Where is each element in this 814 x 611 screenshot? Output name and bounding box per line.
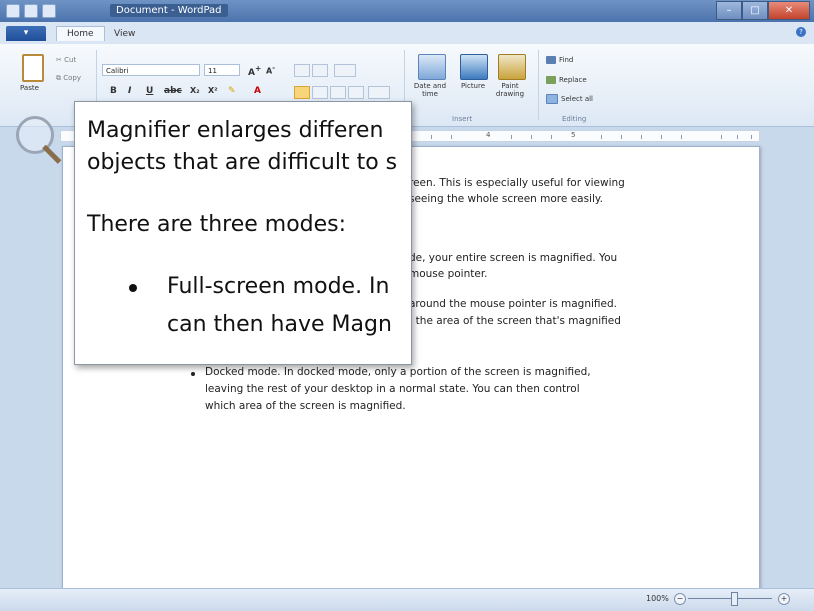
replace-button[interactable]: Replace <box>546 76 587 84</box>
group-separator <box>538 50 539 120</box>
zoom-slider-thumb[interactable] <box>731 592 739 606</box>
lens-line: can then have Magn <box>167 312 392 337</box>
line-spacing-button[interactable] <box>368 86 390 99</box>
ruler-tick <box>681 135 682 139</box>
ruler-tick <box>641 135 642 139</box>
align-center-button[interactable] <box>312 86 328 99</box>
doc-line: seeing the whole screen more easily. <box>409 193 603 205</box>
ruler-tick <box>737 135 738 139</box>
date-time-button[interactable]: Date and time <box>410 82 450 98</box>
ruler-tick <box>451 135 452 139</box>
replace-icon <box>546 76 556 84</box>
bullet-point <box>191 372 195 376</box>
shrink-font-button[interactable]: A- <box>266 64 275 76</box>
quick-access-toolbar <box>6 4 56 18</box>
lens-line: There are three modes: <box>87 212 347 237</box>
lens-line: objects that are difficult to s <box>87 150 398 175</box>
grow-font-button[interactable]: A+ <box>248 64 261 78</box>
ruler-tick <box>511 135 512 139</box>
ruler-tick <box>551 135 552 139</box>
ruler-number: 4 <box>486 131 491 139</box>
align-right-button[interactable] <box>330 86 346 99</box>
doc-line: mouse pointer. <box>409 268 488 280</box>
close-button[interactable]: ✕ <box>768 1 810 20</box>
zoom-level: 100% <box>646 594 669 603</box>
magnifier-lens[interactable]: Magnifier enlarges differen objects that… <box>74 101 412 365</box>
ruler-tick <box>751 135 752 139</box>
cut-button[interactable]: ✂ Cut <box>56 56 76 64</box>
window-title: Document - WordPad <box>110 4 228 17</box>
ruler-tick <box>661 135 662 139</box>
window-controls: – □ ✕ <box>716 1 810 20</box>
justify-button[interactable] <box>348 86 364 99</box>
doc-line: Docked mode. In docked mode, only a port… <box>205 366 591 378</box>
editing-group-label: Editing <box>562 115 587 123</box>
file-menu-button[interactable]: ▾ <box>6 26 46 41</box>
doc-line: de, your entire screen is magnified. You <box>409 252 618 264</box>
underline-button[interactable]: U <box>146 86 153 96</box>
zoom-out-button[interactable]: − <box>674 593 686 605</box>
save-icon[interactable] <box>24 4 38 18</box>
ruler-number: 5 <box>571 131 576 139</box>
app-menu-icon[interactable] <box>6 4 20 18</box>
undo-icon[interactable] <box>42 4 56 18</box>
insert-group-label: Insert <box>452 115 473 123</box>
increase-indent-button[interactable] <box>312 64 328 77</box>
superscript-button[interactable]: X² <box>208 86 218 95</box>
lens-bullet-point <box>129 284 137 292</box>
ruler-tick <box>601 135 602 139</box>
title-bar: Document - WordPad – □ ✕ <box>0 0 814 22</box>
scissors-icon: ✂ <box>56 56 62 64</box>
font-family-select[interactable]: Calibri <box>102 64 200 76</box>
doc-line: reen. This is especially useful for view… <box>409 177 625 189</box>
help-icon[interactable]: ? <box>796 27 806 37</box>
tab-home[interactable]: Home <box>56 26 105 41</box>
maximize-button[interactable]: □ <box>742 1 768 20</box>
doc-line: leaving the rest of your desktop in a no… <box>205 383 580 395</box>
zoom-slider-track[interactable] <box>688 598 772 599</box>
binoculars-icon <box>546 56 556 64</box>
copy-icon: ⧉ <box>56 74 61 82</box>
doc-line: , the area of the screen that's magnifie… <box>409 315 621 327</box>
ruler-tick <box>721 135 722 139</box>
ruler-tick <box>621 135 622 139</box>
select-all-icon <box>546 94 558 104</box>
copy-button[interactable]: ⧉ Copy <box>56 74 81 83</box>
find-button[interactable]: Find <box>546 56 573 64</box>
strikethrough-button[interactable]: abc <box>164 86 182 96</box>
bold-button[interactable]: B <box>110 86 117 96</box>
font-color-button[interactable]: A <box>254 86 261 96</box>
lens-line: Full-screen mode. In <box>167 274 390 299</box>
italic-button[interactable]: I <box>128 86 131 96</box>
picture-icon[interactable] <box>460 54 488 80</box>
list-button[interactable] <box>334 64 356 77</box>
status-bar: 100% − + <box>0 588 814 611</box>
decrease-indent-button[interactable] <box>294 64 310 77</box>
paste-icon[interactable] <box>22 54 44 82</box>
calendar-icon[interactable] <box>418 54 446 80</box>
zoom-in-button[interactable]: + <box>778 593 790 605</box>
picture-button[interactable]: Picture <box>456 82 490 90</box>
highlight-icon[interactable]: ✎ <box>228 86 236 96</box>
select-all-button[interactable]: Select all <box>546 94 593 104</box>
doc-line: around the mouse pointer is magnified. <box>409 298 617 310</box>
paste-button[interactable]: Paste <box>20 84 39 92</box>
doc-line: which area of the screen is magnified. <box>205 400 406 412</box>
minimize-button[interactable]: – <box>716 1 742 20</box>
tab-view[interactable]: View <box>114 29 135 39</box>
subscript-button[interactable]: X₂ <box>190 86 200 95</box>
lens-line: Magnifier enlarges differen <box>87 118 384 143</box>
paint-drawing-button[interactable]: Paint drawing <box>490 82 530 98</box>
font-size-select[interactable]: 11 <box>204 64 240 76</box>
ruler-tick <box>431 135 432 139</box>
paint-brush-icon[interactable] <box>498 54 526 80</box>
align-left-button[interactable] <box>294 86 310 99</box>
ribbon-tabs: ▾ Home View ? <box>0 22 814 45</box>
ruler-tick <box>531 135 532 139</box>
